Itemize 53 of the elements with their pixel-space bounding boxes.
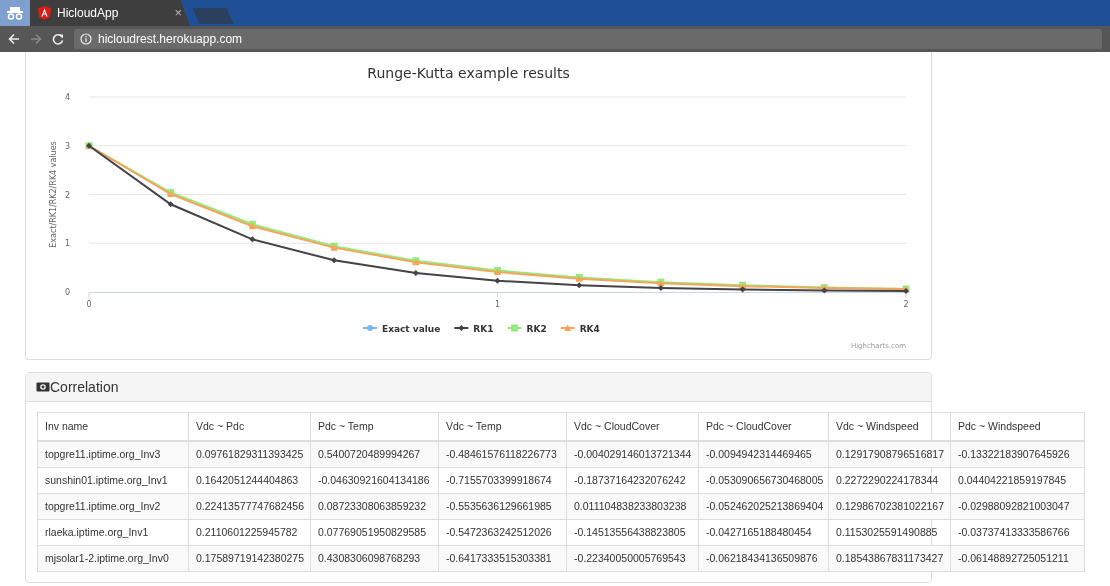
y-tick-label: 2 <box>64 190 70 200</box>
table-cell: -0.48461576118226773 <box>438 441 567 468</box>
table-cell: 0.12986702381022167 <box>828 493 951 520</box>
table-cell: -0.02988092821003047 <box>950 493 1085 520</box>
table-cell: -0.5472363242512026 <box>438 519 567 546</box>
table-cell: 0.04404221859197845 <box>950 467 1085 494</box>
table-cell: -0.052462025213869404 <box>698 493 829 520</box>
y-axis-title: Exact/RK1/RK2/RK4 values <box>49 141 58 248</box>
table-cell: 0.18543867831173427 <box>828 545 951 572</box>
table-cell: -0.053090656730468005 <box>698 467 829 494</box>
table-cell: rlaeka.iptime.org_Inv1 <box>37 519 189 546</box>
table-cell: -0.06148892725051211 <box>950 545 1085 572</box>
table-cell: mjsolar1-2.iptime.org_Inv0 <box>37 545 189 572</box>
table-cell: -0.18737164232076242 <box>566 467 699 494</box>
table-cell: topgre11.iptime.org_Inv2 <box>37 493 189 520</box>
x-tick-label: 1 <box>494 300 501 309</box>
table-cell: -0.0427165188480454 <box>698 519 829 546</box>
table-cell: -0.0094942314469465 <box>698 441 829 468</box>
table-cell: -0.06218434136509876 <box>698 545 829 572</box>
table-cell: -0.13322183907645926 <box>950 441 1085 468</box>
y-tick-label: 4 <box>64 93 70 102</box>
y-tick-label: 3 <box>64 141 70 151</box>
table-cell: -0.004029146013721344 <box>566 441 699 468</box>
table-cell: -0.5535636129661985 <box>438 493 567 520</box>
table-cell: -0.6417333515303381 <box>438 545 567 572</box>
table-cell: 0.12917908796516817 <box>828 441 951 468</box>
table-cell: 0.1153025591490885 <box>828 519 951 546</box>
table-cell: -0.22340050005769543 <box>566 545 699 572</box>
y-tick-label: 0 <box>64 288 70 297</box>
table-cell: 0.08723308063859232 <box>310 493 439 520</box>
table-cell: -0.03737413333586766 <box>950 519 1085 546</box>
table-cell: 0.17589719142380275 <box>188 545 311 572</box>
table-cell: 0.011104838233803238 <box>566 493 699 520</box>
table-cell: 0.2110601225945782 <box>188 519 311 546</box>
table-cell: 0.09761829311393425 <box>188 441 311 468</box>
table-cell: -0.04630921604134186 <box>310 467 439 494</box>
url-text: hicloudrest.herokuapp.com <box>98 31 243 48</box>
y-tick-label: 1 <box>64 239 70 249</box>
table-cell: 0.5400720489994267 <box>310 441 439 468</box>
table-cell: topgre11.iptime.org_Inv3 <box>37 441 189 468</box>
table-cell: 0.22413577747682456 <box>188 493 311 520</box>
table-cell: -0.7155703399918674 <box>438 467 567 494</box>
table-cell: sunshin01.iptime.org_Inv1 <box>37 467 189 494</box>
table-cell: 0.07769051950829585 <box>310 519 439 546</box>
table-cell: 0.2272290224178344 <box>828 467 951 494</box>
table-cell: 0.1642051244404863 <box>188 467 311 494</box>
x-tick-label: 0 <box>86 300 92 309</box>
table-cell: 0.4308306098768293 <box>310 545 439 572</box>
panel-title: Correlation <box>50 377 119 397</box>
table-cell: -0.14513556438823805 <box>566 519 699 546</box>
chart-title: Runge-Kutta example results <box>367 65 570 81</box>
x-tick-label: 2 <box>903 300 909 309</box>
tab-title: HicloudApp <box>57 5 120 22</box>
